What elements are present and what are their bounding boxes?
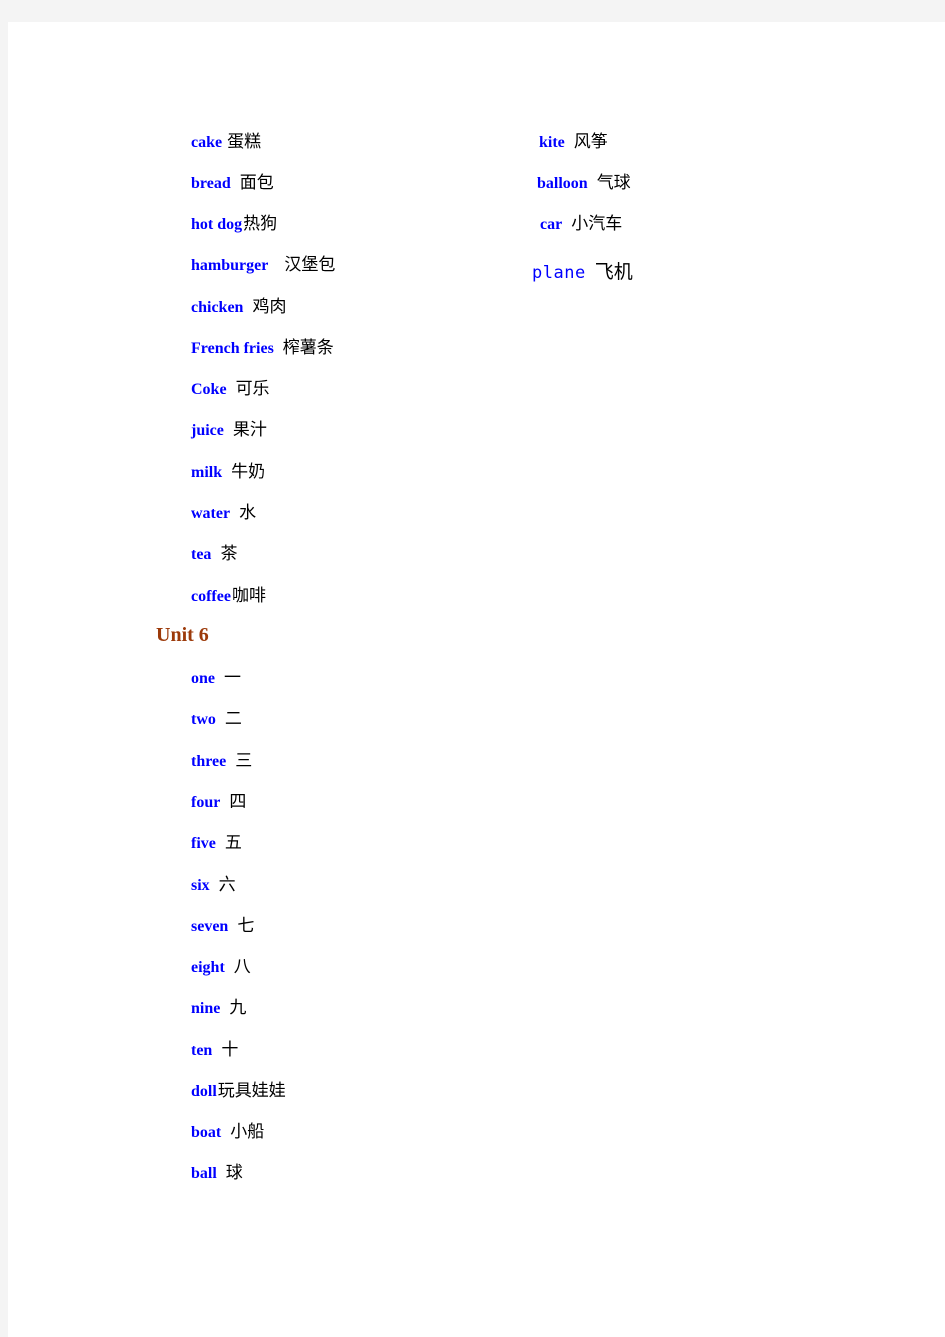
vocabulary-entry: coffee咖啡 xyxy=(191,588,266,605)
entry-chinese-gloss: 热狗 xyxy=(243,214,278,234)
entry-english-word: hot dog xyxy=(191,216,243,233)
vocabulary-entry: ball 球 xyxy=(191,1165,243,1182)
vocabulary-entry: three 三 xyxy=(191,753,252,770)
entry-english-word: four xyxy=(191,794,221,811)
entry-english-word: six xyxy=(191,877,210,894)
vocabulary-entry: milk 牛奶 xyxy=(191,464,265,481)
entry-chinese-gloss: 六 xyxy=(218,875,236,895)
entry-chinese-gloss: 飞机 xyxy=(594,261,633,283)
vocabulary-entry: car 小汽车 xyxy=(540,216,622,233)
document-page: cake 蛋糕 bread 面包 hot dog热狗 hamburger 汉堡包 chicke… xyxy=(8,22,945,1337)
entry-chinese-gloss: 牛奶 xyxy=(231,462,266,482)
entry-english-word: coffee xyxy=(191,588,231,605)
entry-chinese-gloss: 九 xyxy=(229,998,247,1018)
entry-chinese-gloss: 四 xyxy=(229,792,247,812)
entry-chinese-gloss: 十 xyxy=(221,1040,239,1060)
vocabulary-entry: juice 果汁 xyxy=(191,422,267,439)
vocabulary-entry: nine 九 xyxy=(191,1000,246,1017)
entry-chinese-gloss: 小船 xyxy=(230,1122,265,1142)
entry-english-word: nine xyxy=(191,1000,221,1017)
entry-chinese-gloss: 五 xyxy=(224,833,242,853)
entry-chinese-gloss: 一 xyxy=(224,668,241,688)
entry-english-word: milk xyxy=(191,464,223,481)
vocabulary-entry: hamburger 汉堡包 xyxy=(191,257,335,274)
vocabulary-entry: balloon 气球 xyxy=(537,175,631,192)
entry-chinese-gloss: 果汁 xyxy=(232,420,267,440)
vocabulary-entry: kite 风筝 xyxy=(539,134,608,151)
vocabulary-entry: five 五 xyxy=(191,835,242,852)
entry-english-word: balloon xyxy=(537,175,588,192)
entry-english-word: one xyxy=(191,670,215,687)
vocabulary-entry: six 六 xyxy=(191,877,236,894)
entry-english-word: French fries xyxy=(191,340,274,357)
vocabulary-entry: four 四 xyxy=(191,794,246,811)
vocabulary-entry: hot dog热狗 xyxy=(191,216,277,233)
entry-english-word: boat xyxy=(191,1124,222,1141)
entry-english-word: five xyxy=(191,835,216,852)
vocabulary-entry: eight 八 xyxy=(191,959,251,976)
vocabulary-entry: bread 面包 xyxy=(191,175,274,192)
entry-english-word: water xyxy=(191,505,231,522)
vocabulary-entry: two 二 xyxy=(191,711,242,728)
unit-heading: Unit 6 xyxy=(156,624,209,646)
entry-english-word: ten xyxy=(191,1042,213,1059)
vocabulary-entry: one 一 xyxy=(191,670,241,687)
entry-english-word: plane xyxy=(532,263,586,283)
entry-chinese-gloss: 面包 xyxy=(239,173,274,193)
vocabulary-entry: water 水 xyxy=(191,505,256,522)
entry-chinese-gloss: 鸡肉 xyxy=(252,297,287,317)
entry-chinese-gloss: 气球 xyxy=(596,173,631,193)
vocabulary-entry: cake 蛋糕 xyxy=(191,134,261,151)
entry-english-word: car xyxy=(540,216,563,233)
entry-chinese-gloss: 二 xyxy=(224,709,242,729)
entry-chinese-gloss: 球 xyxy=(225,1163,243,1183)
vocabulary-entry: plane 飞机 xyxy=(532,263,633,282)
entry-english-word: two xyxy=(191,711,216,728)
vocabulary-entry: doll玩具娃娃 xyxy=(191,1083,286,1100)
entry-english-word: doll xyxy=(191,1083,217,1100)
vocabulary-entry: boat 小船 xyxy=(191,1124,264,1141)
entry-english-word: tea xyxy=(191,546,212,563)
entry-chinese-gloss: 榨薯条 xyxy=(282,338,334,358)
entry-chinese-gloss: 汉堡包 xyxy=(284,255,336,275)
entry-chinese-gloss: 三 xyxy=(235,751,253,771)
entry-chinese-gloss: 蛋糕 xyxy=(227,132,262,152)
entry-chinese-gloss: 玩具娃娃 xyxy=(217,1081,286,1101)
entry-english-word: chicken xyxy=(191,299,244,316)
vocabulary-entry: ten 十 xyxy=(191,1042,238,1059)
entry-english-word: Coke xyxy=(191,381,227,398)
entry-english-word: seven xyxy=(191,918,229,935)
vocabulary-entry: Coke 可乐 xyxy=(191,381,270,398)
vocabulary-entry: seven 七 xyxy=(191,918,254,935)
entry-chinese-gloss: 水 xyxy=(239,503,257,523)
entry-chinese-gloss: 七 xyxy=(237,916,255,936)
vocabulary-entry: chicken 鸡肉 xyxy=(191,299,286,316)
entry-chinese-gloss: 小汽车 xyxy=(571,214,623,234)
entry-chinese-gloss: 风筝 xyxy=(573,132,608,152)
entry-chinese-gloss: 可乐 xyxy=(235,379,270,399)
entry-english-word: kite xyxy=(539,134,565,151)
entry-english-word: ball xyxy=(191,1165,217,1182)
entry-english-word: bread xyxy=(191,175,231,192)
vocabulary-entry: French fries 榨薯条 xyxy=(191,340,334,357)
entry-chinese-gloss: 八 xyxy=(233,957,251,977)
entry-english-word: cake xyxy=(191,134,223,151)
vocabulary-entry: tea 茶 xyxy=(191,546,237,563)
entry-english-word: eight xyxy=(191,959,225,976)
entry-chinese-gloss: 咖啡 xyxy=(231,586,266,606)
entry-chinese-gloss: 茶 xyxy=(220,544,238,564)
entry-english-word: hamburger xyxy=(191,257,269,274)
entry-english-word: juice xyxy=(191,422,224,439)
entry-english-word: three xyxy=(191,753,227,770)
